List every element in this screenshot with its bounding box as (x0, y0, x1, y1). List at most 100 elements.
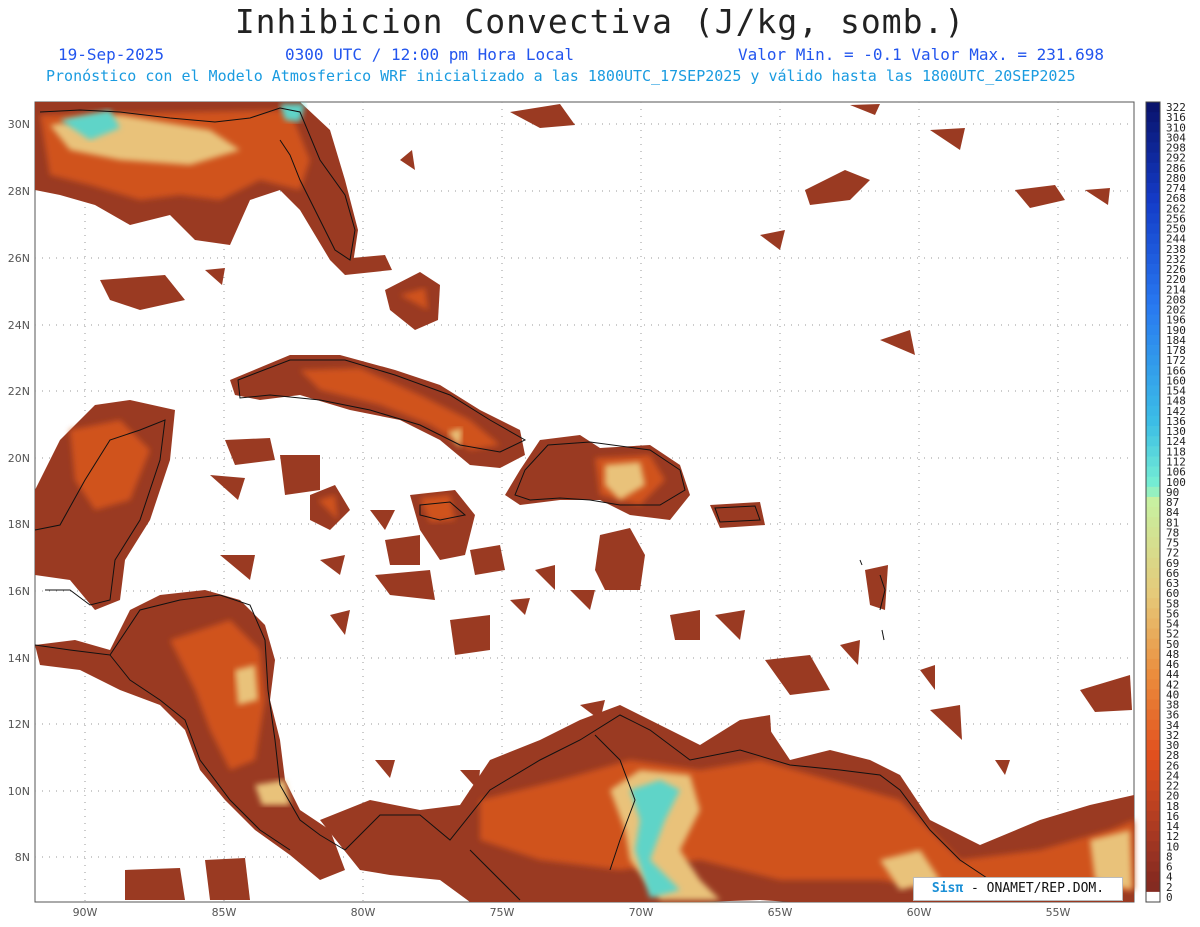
lat-tick: 30N (8, 118, 30, 131)
colorbar-swatch (1146, 800, 1160, 812)
lat-tick: 18N (8, 518, 30, 531)
colorbar-swatch (1146, 203, 1160, 214)
colorbar-swatch (1146, 841, 1160, 852)
colorbar-swatch (1146, 507, 1160, 518)
colorbar-swatch (1146, 689, 1160, 700)
colorbar-swatch (1146, 446, 1160, 457)
lat-tick: 22N (8, 385, 30, 398)
lon-tick: 65W (768, 906, 793, 919)
lon-tick: 55W (1046, 906, 1071, 919)
lat-tick: 28N (8, 185, 30, 198)
colorbar-swatch (1146, 365, 1160, 376)
colorbar-swatch (1146, 436, 1160, 447)
colorbar-swatch (1146, 253, 1160, 265)
lat-axis: 30N 28N 26N 24N 22N 20N 18N 16N 14N 12N … (8, 118, 30, 864)
lon-tick: 90W (73, 906, 98, 919)
valid-date: 19-Sep-2025 (58, 45, 164, 64)
colorbar-swatch (1146, 577, 1160, 589)
colorbar-swatch (1146, 223, 1160, 235)
lat-tick: 20N (8, 452, 30, 465)
model-info: Pronóstico con el Modelo Atmosferico WRF… (46, 67, 1076, 85)
colorbar-swatch (1146, 598, 1160, 609)
colorbar-swatch (1146, 162, 1160, 174)
colorbar-swatch (1146, 405, 1160, 417)
lat-tick: 10N (8, 785, 30, 798)
colorbar-swatch (1146, 618, 1160, 629)
colorbar-swatch (1146, 760, 1160, 771)
colorbar-swatch (1146, 608, 1160, 619)
colorbar-swatch (1146, 750, 1160, 761)
colorbar-swatch (1146, 274, 1160, 285)
colorbar-swatch (1146, 537, 1160, 548)
colorbar-swatch (1146, 466, 1160, 478)
colorbar-swatch (1146, 355, 1160, 366)
colorbar-swatch (1146, 486, 1160, 498)
colorbar-swatch (1146, 334, 1160, 346)
colorbar-swatch (1146, 780, 1160, 792)
colorbar-swatch (1146, 810, 1160, 822)
colorbar-swatch (1146, 375, 1160, 386)
colorbar-swatch (1146, 345, 1160, 356)
colorbar-swatch (1146, 213, 1160, 224)
colorbar-swatch (1146, 729, 1160, 741)
colorbar-swatch (1146, 851, 1160, 862)
lon-tick: 85W (212, 906, 237, 919)
colorbar-swatch (1146, 496, 1160, 508)
colorbar-swatch (1146, 243, 1160, 255)
colorbar-swatch (1146, 304, 1160, 316)
lon-tick: 60W (907, 906, 932, 919)
colorbar-swatch (1146, 294, 1160, 305)
colorbar-swatch (1146, 112, 1160, 123)
colorbar-swatch (1146, 679, 1160, 690)
colorbar-swatch (1146, 395, 1160, 407)
colorbar-swatch (1146, 790, 1160, 802)
colorbar-swatch (1146, 233, 1160, 245)
sispi-logo: Sisπ (931, 881, 964, 896)
colorbar-swatch (1146, 557, 1160, 569)
colorbar-swatch (1146, 881, 1160, 893)
colorbar-swatch (1146, 719, 1160, 731)
lon-axis: 90W 85W 80W 75W 70W 65W 60W 55W (73, 906, 1071, 919)
colorbar-swatch (1146, 426, 1160, 437)
colorbar-swatch (1146, 669, 1160, 680)
colorbar-swatch (1146, 709, 1160, 721)
lat-tick: 26N (8, 252, 30, 265)
colorbar-swatch (1146, 324, 1160, 336)
lon-tick: 80W (351, 906, 376, 919)
lat-tick: 14N (8, 652, 30, 665)
colorbar-swatch (1146, 547, 1160, 559)
lat-tick: 12N (8, 718, 30, 731)
colorbar-swatch (1146, 314, 1160, 326)
colorbar-swatch (1146, 699, 1160, 710)
colorbar-swatch (1146, 658, 1160, 670)
lat-tick: 8N (15, 851, 30, 864)
lon-tick: 75W (490, 906, 515, 919)
colorbar-swatch (1146, 172, 1160, 184)
colorbar-swatch (1146, 456, 1160, 467)
colorbar-swatch (1146, 861, 1160, 873)
colorbar-label: 0 (1166, 891, 1173, 904)
colorbar-swatch (1146, 193, 1160, 204)
colorbar-swatch (1146, 831, 1160, 842)
valid-time: 0300 UTC / 12:00 pm Hora Local (285, 45, 574, 64)
colorbar-swatch (1146, 567, 1160, 579)
colorbar-swatch (1146, 264, 1160, 275)
colorbar-swatch (1146, 122, 1160, 133)
colorbar-swatch (1146, 517, 1160, 528)
colorbar-swatch (1146, 770, 1160, 781)
min-max-values: Valor Min. = -0.1 Valor Max. = 231.698 (738, 45, 1105, 64)
lat-tick: 24N (8, 319, 30, 332)
lat-tick: 16N (8, 585, 30, 598)
colorbar-swatch (1146, 628, 1160, 640)
colorbar-swatch (1146, 588, 1160, 599)
colorbar-swatch (1146, 476, 1160, 488)
lon-tick: 70W (629, 906, 654, 919)
colorbar-swatch (1146, 820, 1160, 832)
credit-text: - ONAMET/REP.DOM. (971, 881, 1105, 896)
colorbar-swatch (1146, 132, 1160, 143)
colorbar-swatch (1146, 183, 1160, 194)
colorbar-swatch (1146, 871, 1160, 883)
colorbar-swatch (1146, 527, 1160, 538)
colorbar-swatch (1146, 415, 1160, 427)
map-title: Inhibicion Convectiva (J/kg, somb.) (234, 2, 966, 41)
